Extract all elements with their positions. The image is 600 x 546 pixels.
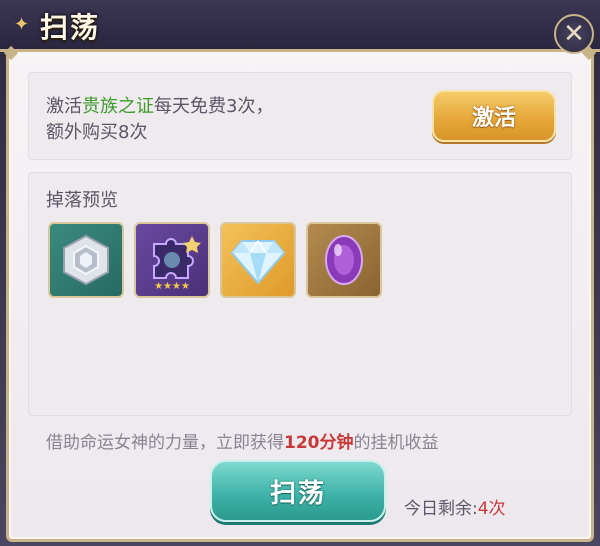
vip-description: 激活贵族之证每天免费3次， 额外购买8次 <box>46 94 376 146</box>
description-suffix: 的挂机收益 <box>353 433 439 453</box>
sweep-description: 借助命运女神的力量，立即获得120分钟的挂机收益 <box>46 428 439 453</box>
close-button[interactable]: ✕ <box>554 14 594 54</box>
vip-highlight: 贵族之证 <box>82 96 154 117</box>
purple-puzzle-piece-icon <box>153 236 201 279</box>
drop-item[interactable] <box>306 222 382 298</box>
remaining-count: 今日剩余:4次 <box>404 494 506 519</box>
silver-hexagon-icon <box>63 234 109 286</box>
title-bar: ✦ 扫荡 <box>0 0 600 52</box>
vip-text-suffix: 每天免费3次， <box>154 96 274 117</box>
diamond-icon <box>230 240 286 285</box>
purple-gem-icon <box>325 235 363 285</box>
activate-button[interactable]: 激活 <box>432 90 556 142</box>
remaining-label: 今日剩余: <box>404 499 478 519</box>
sweep-button[interactable]: 扫荡 <box>210 460 386 522</box>
close-icon: ✕ <box>563 19 585 49</box>
activate-button-label: 激活 <box>471 106 516 131</box>
remaining-value: 4次 <box>477 499 506 519</box>
drop-item[interactable] <box>48 222 124 298</box>
vip-text-line2: 额外购买8次 <box>46 122 148 143</box>
description-prefix: 借助命运女神的力量，立即获得 <box>46 433 284 453</box>
dialog-title: 扫荡 <box>40 11 101 44</box>
drop-item[interactable] <box>220 222 296 298</box>
drop-preview-title: 掉落预览 <box>46 190 118 211</box>
drop-item[interactable]: ★★★★ <box>134 222 210 298</box>
description-highlight: 120分钟 <box>284 433 354 453</box>
sweep-button-label: 扫荡 <box>269 478 326 509</box>
rarity-stars: ★★★★ <box>154 281 190 292</box>
vip-text-prefix: 激活 <box>46 96 82 117</box>
star-ornament-icon: ✦ <box>14 14 30 35</box>
